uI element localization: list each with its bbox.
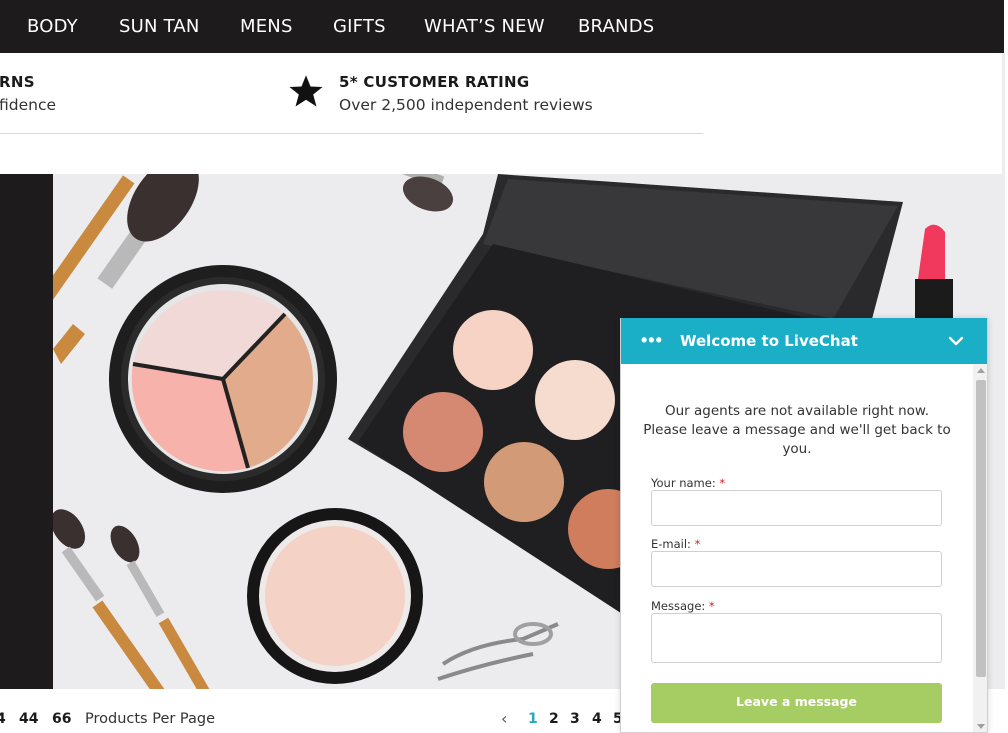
- pagination-prev-button[interactable]: ‹: [501, 709, 507, 728]
- required-mark: *: [708, 599, 715, 613]
- per-page-label: Products Per Page: [85, 711, 216, 727]
- hero-left-panel: [0, 174, 53, 689]
- required-mark: *: [694, 537, 701, 551]
- name-label-text: Your name:: [651, 476, 716, 490]
- per-page-option[interactable]: 4: [0, 711, 6, 727]
- nav-item-body[interactable]: BODY: [27, 0, 78, 53]
- per-page-option[interactable]: 44: [19, 711, 38, 727]
- livechat-title: Welcome to LiveChat: [680, 332, 858, 350]
- nav-item-sun-tan[interactable]: SUN TAN: [119, 0, 200, 53]
- top-navigation: BODY SUN TAN MENS GIFTS WHAT’S NEW BRAND…: [0, 0, 1008, 53]
- benefit-returns-subtitle: fidence: [0, 96, 57, 114]
- nav-edge: [1004, 0, 1008, 53]
- nav-item-gifts[interactable]: GIFTS: [333, 0, 386, 53]
- scrollbar-thumb[interactable]: [976, 380, 986, 677]
- brush-icon: [374, 174, 454, 212]
- pagination-page[interactable]: 1: [528, 711, 538, 727]
- email-label-text: E-mail:: [651, 537, 691, 551]
- name-field[interactable]: [651, 490, 942, 526]
- message-field[interactable]: [651, 613, 942, 663]
- pagination-page[interactable]: 2: [549, 711, 559, 727]
- benefit-returns-title: RNS: [0, 73, 35, 91]
- per-page-option[interactable]: 66: [52, 711, 71, 727]
- nav-item-mens[interactable]: MENS: [240, 0, 293, 53]
- eyelash-curler-icon: [437, 622, 559, 681]
- leave-message-button[interactable]: Leave a message: [651, 683, 942, 723]
- star-icon: [289, 75, 323, 107]
- powder-compact-icon: [247, 508, 423, 684]
- message-label-text: Message:: [651, 599, 706, 613]
- scroll-up-icon[interactable]: [977, 368, 985, 373]
- benefits-strip: RNS fidence 5* CUSTOMER RATING Over 2,50…: [0, 53, 1005, 174]
- required-mark: *: [719, 476, 726, 490]
- blush-compact-icon: [109, 265, 337, 493]
- nav-item-whats-new[interactable]: WHAT’S NEW: [424, 0, 545, 53]
- email-field[interactable]: [651, 551, 942, 587]
- email-field-label: E-mail: *: [651, 537, 700, 551]
- name-field-label: Your name: *: [651, 476, 725, 490]
- pagination-page[interactable]: 4: [592, 711, 602, 727]
- benefits-divider: [0, 133, 703, 134]
- benefit-rating-title: 5* CUSTOMER RATING: [339, 73, 530, 91]
- livechat-widget: ••• Welcome to LiveChat Our agents are n…: [620, 318, 988, 733]
- chevron-down-icon[interactable]: [947, 332, 965, 350]
- page-edge: [1002, 53, 1005, 174]
- livechat-header[interactable]: ••• Welcome to LiveChat: [621, 318, 987, 364]
- livechat-offline-message: Our agents are not available right now. …: [643, 403, 951, 457]
- pagination-page[interactable]: 3: [570, 711, 580, 727]
- livechat-scrollbar[interactable]: [973, 364, 987, 732]
- livechat-menu-icon[interactable]: •••: [641, 330, 663, 351]
- benefit-rating-subtitle: Over 2,500 independent reviews: [339, 96, 593, 114]
- nav-item-brands[interactable]: BRANDS: [578, 0, 654, 53]
- brush-icon: [110, 525, 219, 689]
- scroll-down-icon[interactable]: [977, 724, 985, 729]
- livechat-form: Our agents are not available right now. …: [621, 364, 973, 732]
- message-field-label: Message: *: [651, 599, 715, 613]
